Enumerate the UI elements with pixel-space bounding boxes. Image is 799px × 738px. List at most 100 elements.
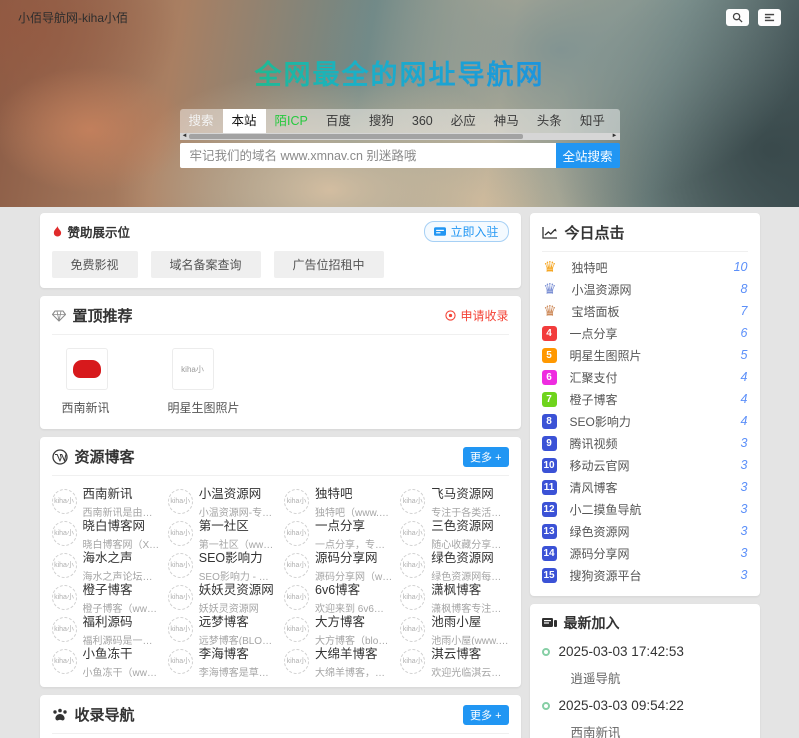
blogs-more-button[interactable]: 更多 + <box>463 446 509 467</box>
latest-time-row: 2025-03-03 09:54:22 <box>541 698 748 713</box>
search-engine-tab[interactable]: 百度 <box>317 109 360 133</box>
site-logo-icon: kiha小 <box>400 552 426 578</box>
today-click-count: 4 <box>740 414 748 428</box>
today-click-count: 3 <box>740 436 748 450</box>
blog-site-item[interactable]: kiha小 晓白博客网 晓白博客网（XBNB.CN）... <box>51 517 160 549</box>
blog-site-item[interactable]: kiha小 小温资源网 小温资源网-专注分享网络... <box>167 485 276 517</box>
blog-site-item[interactable]: kiha小 远梦博客 远梦博客(BLOG.QOZ.CC)-... <box>167 613 276 645</box>
site-description: 随心收藏分享发布各类ph... <box>431 540 508 549</box>
today-click-row[interactable]: 11 清风博客 3 <box>541 476 748 498</box>
today-click-row[interactable]: 6 汇聚支付 4 <box>541 366 748 388</box>
search-engine-tab[interactable]: 神马 <box>485 109 528 133</box>
blog-site-item[interactable]: kiha小 李海博客 李海博客是草根站长李海... <box>167 645 276 677</box>
blog-site-item[interactable]: kiha小 橙子博客 橙子博客（www.ther.cn）... <box>51 581 160 613</box>
today-click-row[interactable]: ♛ 小温资源网 8 <box>542 278 747 300</box>
search-engine-tab[interactable]: 陌ICP <box>266 109 317 133</box>
today-click-row[interactable]: 4 一点分享 6 <box>541 322 748 344</box>
sponsor-link[interactable]: 广告位招租中 <box>273 251 384 278</box>
blog-site-item[interactable]: kiha小 第一社区 第一社区（www.01sq.co... <box>167 517 276 549</box>
apply-inclusion-link[interactable]: 申请收录 <box>445 307 509 324</box>
site-logo-icon: kiha小 <box>167 488 193 514</box>
blog-site-item[interactable]: kiha小 小鱼冻干 小鱼冻干（www.wniui.co... <box>51 645 160 677</box>
today-click-row[interactable]: 12 小二摸鱼导航 3 <box>541 498 748 520</box>
search-engine-tab[interactable]: 搜狗 <box>360 109 403 133</box>
site-name: 潇枫博客 <box>431 583 482 597</box>
pinned-site-name: 西南新讯 <box>61 401 110 415</box>
blog-site-item[interactable]: kiha小 绿色资源网 绿色资源网每天更新大量... <box>400 549 509 581</box>
search-engine-tab[interactable]: 知乎 <box>571 109 614 133</box>
today-site-name: 源码分享网 <box>569 546 630 561</box>
blog-site-item[interactable]: kiha小 池雨小屋 池雨小屋(www.s--s.xyz)每... <box>400 613 509 645</box>
latest-joined-item[interactable]: 2025-03-03 09:54:22 西南新讯 <box>541 698 748 738</box>
blog-site-item[interactable]: kiha小 大绵羊博客 大绵羊博客，这是一个聚... <box>284 645 392 677</box>
site-logo-icon: kiha小 <box>51 584 77 610</box>
site-logo-icon: kiha小 <box>284 552 309 578</box>
today-click-row[interactable]: 5 明星生图照片 5 <box>541 344 748 366</box>
search-engine-tab[interactable]: 本站 <box>222 109 266 133</box>
blog-site-item[interactable]: kiha小 淇云博客 欢迎光临淇云博客，本站... <box>400 645 509 677</box>
timeline-dot-icon <box>541 647 550 656</box>
blog-site-item[interactable]: kiha小 一点分享 一点分享，专注资源分享... <box>284 517 392 549</box>
today-click-count: 3 <box>740 524 748 538</box>
search-input[interactable] <box>179 143 556 168</box>
pinned-item[interactable]: kiha小 明星生图照片 <box>168 348 240 416</box>
join-now-button[interactable]: 立即入驻 <box>424 221 509 242</box>
today-click-row[interactable]: 7 橙子博客 4 <box>541 388 748 410</box>
site-description: 小鱼冻干（www.wniui.co... <box>82 668 160 677</box>
site-name: 李海博客 <box>198 647 249 661</box>
blog-site-item[interactable]: kiha小 6v6博客 欢迎来到 6v6博客网，这... <box>284 581 392 613</box>
blog-site-item[interactable]: kiha小 飞马资源网 专注于各类活动、实用软... <box>400 485 509 517</box>
site-logo-icon: kiha小 <box>400 616 426 642</box>
site-logo-icon: kiha小 <box>400 488 426 514</box>
search-engine-tab[interactable]: 360 <box>403 109 442 133</box>
blog-site-item[interactable]: kiha小 独特吧 独特吧（www.dute8.cn）... <box>284 485 392 517</box>
search-engine-tab[interactable]: 必应 <box>442 109 485 133</box>
site-name: 飞马资源网 <box>431 487 494 501</box>
site-name: 一点分享 <box>315 519 366 533</box>
today-click-row[interactable]: ♛ 宝塔面板 7 <box>542 300 747 322</box>
scroll-right-icon[interactable]: ► <box>612 133 618 140</box>
sponsor-link[interactable]: 免费影视 <box>51 251 138 278</box>
scroll-left-icon[interactable]: ◄ <box>182 133 188 140</box>
pinned-item[interactable]: 西南新讯 <box>62 348 110 416</box>
today-click-row[interactable]: 15 搜狗资源平台 3 <box>541 564 748 586</box>
rank-badge: 14 <box>541 545 557 561</box>
blog-site-item[interactable]: kiha小 SEO影响力 SEO影响力 - 你身边的SE... <box>167 549 276 581</box>
site-name: 源码分享网 <box>315 551 378 565</box>
sponsor-link[interactable]: 域名备案查询 <box>150 251 261 278</box>
scrollbar-thumb[interactable] <box>188 134 523 139</box>
today-click-row[interactable]: 10 移动云官网 3 <box>541 454 748 476</box>
search-icon[interactable] <box>726 9 749 26</box>
latest-joined-item[interactable]: 2025-03-03 17:42:53 逍遥导航 <box>541 644 748 687</box>
site-logo-icon: kiha小 <box>51 616 77 642</box>
today-click-row[interactable]: 14 源码分享网 3 <box>541 542 748 564</box>
blogs-card: 资源博客 更多 + kiha小 西南新讯 西南新讯是由原西南日报... <box>39 437 521 687</box>
blog-site-item[interactable]: kiha小 海水之声 海水之声论坛提供高品质... <box>51 549 160 581</box>
tabs-scrollbar[interactable]: ◄ ► <box>179 133 620 140</box>
site-search-button[interactable]: 全站搜索 <box>555 143 620 168</box>
search-engine-tab[interactable]: 头条 <box>528 109 571 133</box>
today-click-count: 3 <box>740 480 748 494</box>
today-click-row[interactable]: 9 腾讯视频 3 <box>541 432 748 454</box>
menu-icon[interactable] <box>758 9 781 26</box>
today-click-row[interactable]: ♛ 独特吧 10 <box>542 256 747 278</box>
blog-site-item[interactable]: kiha小 妖妖灵资源网 妖妖灵资源网 <box>167 581 276 613</box>
flame-icon <box>53 225 61 237</box>
search-engine-tab[interactable]: Github <box>614 109 620 133</box>
today-click-count: 4 <box>740 370 748 384</box>
today-click-row[interactable]: 8 SEO影响力 4 <box>541 410 748 432</box>
blog-site-item[interactable]: kiha小 福利源码 福利源码是一个专注于提... <box>51 613 160 645</box>
today-click-row[interactable]: 13 绿色资源网 3 <box>541 520 748 542</box>
site-description: 福利源码是一个专注于提... <box>82 636 160 645</box>
blog-site-item[interactable]: kiha小 三色资源网 随心收藏分享发布各类ph... <box>400 517 509 549</box>
blog-site-item[interactable]: kiha小 潇枫博客 潇枫博客专注于网络技术... <box>400 581 509 613</box>
search-engine-tab[interactable]: 搜索 <box>180 109 223 133</box>
site-logo-icon: kiha小 <box>51 648 77 674</box>
latest-site-name: 西南新讯 <box>570 726 621 738</box>
nav-more-button[interactable]: 更多 + <box>463 704 509 725</box>
blog-site-item[interactable]: kiha小 源码分享网 源码分享网（www.ymfen... <box>284 549 392 581</box>
rank-badge: ♛ <box>543 281 557 298</box>
blog-site-item[interactable]: kiha小 大方博客 大方博客（blog.mmp.cc... <box>284 613 392 645</box>
hero-banner: 小佰导航网-kiha小佰 全网最全的网址导航网 搜索 本站 陌ICP 百度 搜狗 <box>0 0 799 207</box>
blog-site-item[interactable]: kiha小 西南新讯 西南新讯是由原西南日报... <box>51 485 160 517</box>
